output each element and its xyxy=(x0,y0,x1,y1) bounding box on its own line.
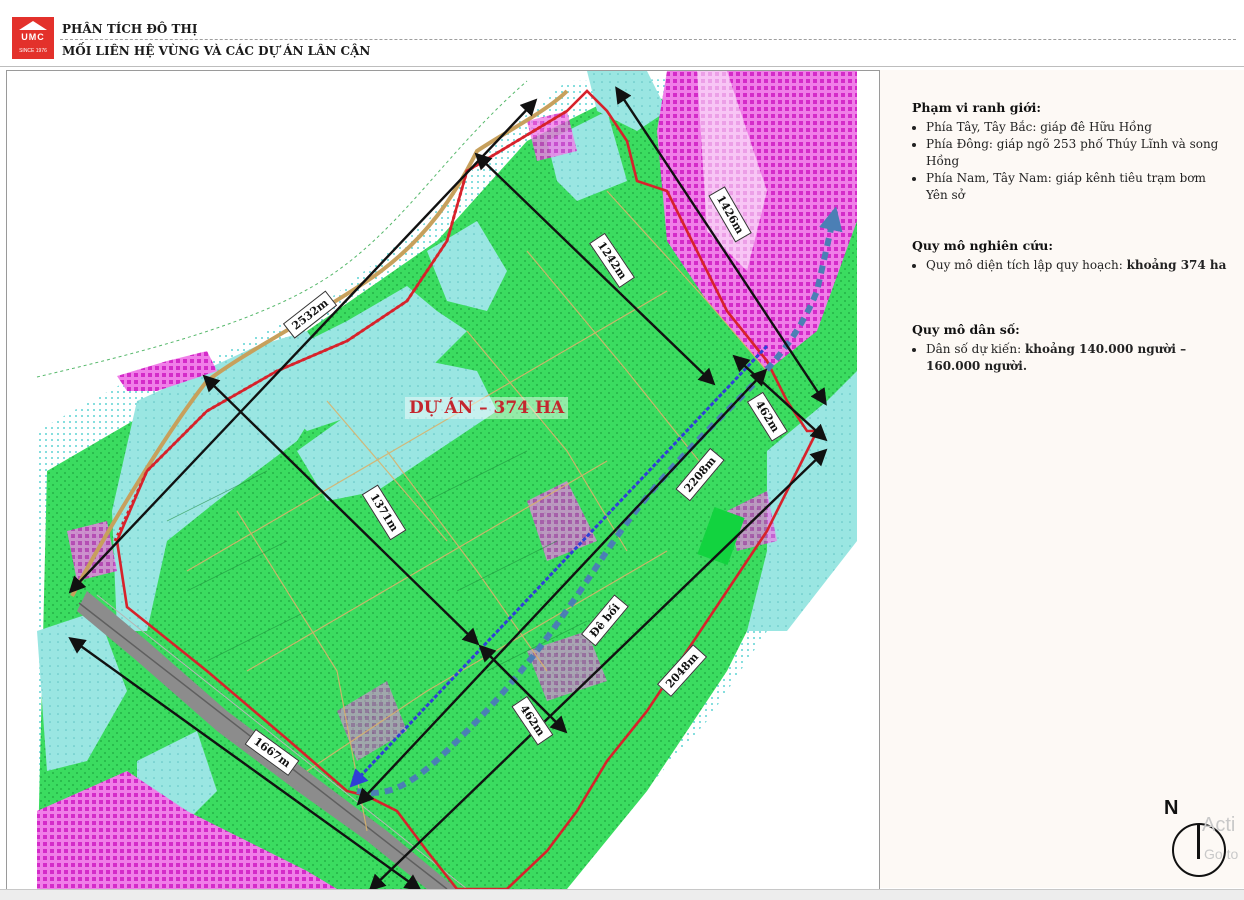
population-list: Dân số dự kiến: khoảng 140.000 người – 1… xyxy=(912,341,1230,375)
header: UMC SINCE 1976 PHÂN TÍCH ĐÔ THỊ MỐI LIÊN… xyxy=(0,0,1244,67)
population-heading: Quy mô dân số: xyxy=(912,322,1020,337)
compass-needle-icon xyxy=(1197,825,1200,859)
list-item: Phía Nam, Tây Nam: giáp kênh tiêu trạm b… xyxy=(926,170,1230,204)
scale-heading: Quy mô nghiên cứu: xyxy=(912,238,1053,253)
activation-watermark: Acti xyxy=(1202,814,1236,836)
map-drawing xyxy=(36,71,857,889)
logo-mark: UMC xyxy=(21,32,45,42)
activation-watermark-sub: Go to xyxy=(1204,846,1239,862)
scale-section: Quy mô nghiên cứu: Quy mô diện tích lập … xyxy=(912,238,1230,274)
info-panel: Phạm vi ranh giới: Phía Tây, Tây Bắc: gi… xyxy=(880,70,1244,888)
population-section: Quy mô dân số: Dân số dự kiến: khoảng 14… xyxy=(912,322,1230,375)
boundary-section: Phạm vi ranh giới: Phía Tây, Tây Bắc: gi… xyxy=(912,100,1230,204)
list-item: Phía Tây, Tây Bắc: giáp đê Hữu Hồng xyxy=(926,119,1230,136)
company-logo: UMC SINCE 1976 xyxy=(12,17,54,59)
boundary-list: Phía Tây, Tây Bắc: giáp đê Hữu Hồng Phía… xyxy=(912,119,1230,204)
scale-value: khoảng 374 ha xyxy=(1126,258,1227,272)
north-letter: N xyxy=(1164,797,1179,819)
population-text: Dân số dự kiến: xyxy=(926,342,1025,356)
list-item: Phía Đông: giáp ngõ 253 phố Thúy Lĩnh và… xyxy=(926,136,1230,170)
north-arrow: N xyxy=(1164,797,1230,881)
scale-text: Quy mô diện tích lập quy hoạch: xyxy=(926,258,1127,272)
boundary-heading: Phạm vi ranh giới: xyxy=(912,100,1041,115)
logo-roof-icon xyxy=(19,21,47,30)
page-title: PHÂN TÍCH ĐÔ THỊ xyxy=(62,22,198,36)
header-divider xyxy=(60,39,1236,40)
page-subtitle: MỐI LIÊN HỆ VÙNG VÀ CÁC DỰ ÁN LÂN CẬN xyxy=(62,44,371,58)
list-item: Dân số dự kiến: khoảng 140.000 người – 1… xyxy=(926,341,1230,375)
viewer-toolbar xyxy=(0,889,1244,900)
planning-map: 2532m 1242m 1426m 462m 2208m 1371m Đê bố… xyxy=(6,70,880,890)
list-item: Quy mô diện tích lập quy hoạch: khoảng 3… xyxy=(926,257,1230,274)
logo-since: SINCE 1976 xyxy=(19,48,47,54)
project-label: DỰ ÁN – 374 HA xyxy=(405,397,569,419)
scale-list: Quy mô diện tích lập quy hoạch: khoảng 3… xyxy=(912,257,1230,274)
